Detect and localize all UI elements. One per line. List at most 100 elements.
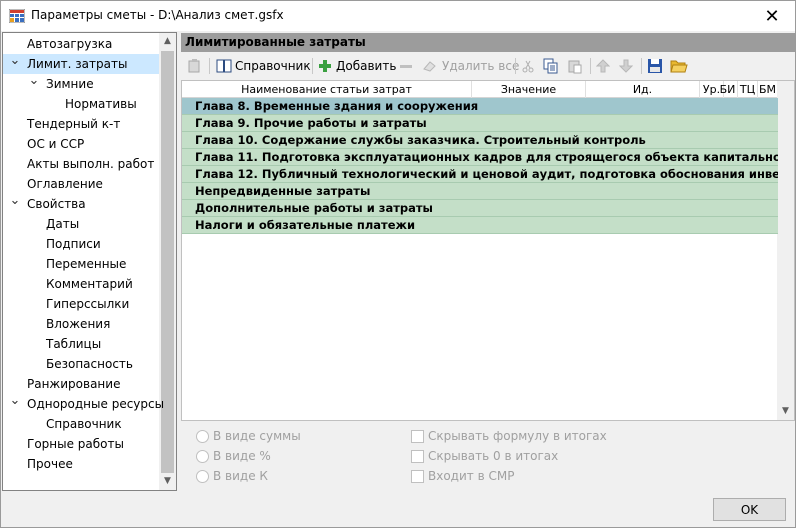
column-header-bm[interactable]: БМ	[758, 81, 778, 98]
scroll-up-icon[interactable]: ▲	[159, 33, 176, 50]
tree-item-label: ОС и ССР	[27, 137, 85, 151]
column-header-id[interactable]: Ид.	[586, 81, 700, 98]
radio-percent[interactable]: В виде %	[196, 447, 271, 465]
scroll-down-icon[interactable]: ▼	[777, 403, 794, 420]
table-row[interactable]: Глава 8. Временные здания и сооружения	[182, 98, 778, 115]
table-scrollbar[interactable]: ▼	[777, 81, 794, 420]
check-hide-formula-label: Скрывать формулу в итогах	[428, 429, 607, 443]
tree-item[interactable]: Комментарий	[3, 274, 159, 294]
eraser-icon	[423, 61, 436, 72]
tree-item[interactable]: Переменные	[3, 254, 159, 274]
reference-button[interactable]: Справочник	[216, 54, 311, 78]
table-row[interactable]: Налоги и обязательные платежи	[182, 217, 778, 234]
tree-item[interactable]: ⌄ Однородные ресурсы	[3, 394, 165, 414]
delete-all-button[interactable]: Удалить все	[422, 54, 519, 78]
checkbox[interactable]	[411, 449, 424, 463]
column-header-tc[interactable]: ТЦ	[738, 81, 758, 98]
app-icon	[8, 8, 26, 24]
tree-item-label: Прочее	[27, 457, 73, 471]
minus-icon[interactable]	[399, 54, 413, 78]
paste-row-icon[interactable]	[187, 54, 203, 78]
copy-icon[interactable]	[543, 54, 559, 78]
tree-item[interactable]: ⌄ Свойства	[3, 194, 159, 214]
tree-item-label: Гиперссылки	[46, 297, 130, 311]
toolbar: Справочник Добавить Удалить все	[181, 54, 795, 78]
tree-item-label: Таблицы	[46, 337, 102, 351]
tree-item[interactable]: Нормативы	[3, 94, 159, 114]
add-label: Добавить	[336, 59, 397, 73]
reference-label: Справочник	[235, 59, 311, 73]
tree-item[interactable]: Справочник	[3, 414, 159, 434]
toolbar-separator	[209, 58, 210, 74]
toolbar-separator	[312, 58, 313, 74]
check-hide-zero[interactable]: Скрывать 0 в итогах	[411, 447, 558, 465]
tree-item[interactable]: Ранжирование	[3, 374, 159, 394]
table-row[interactable]: Непредвиденные затраты	[182, 183, 778, 200]
tree-item[interactable]: Тендерный к-т	[3, 114, 159, 134]
tree-item-label: Подписи	[46, 237, 101, 251]
tree-item[interactable]: Вложения	[3, 314, 159, 334]
radio-circle[interactable]	[196, 469, 209, 483]
tree-item[interactable]: Даты	[3, 214, 159, 234]
table-row[interactable]: Глава 9. Прочие работы и затраты	[182, 115, 778, 132]
tree-scrollbar[interactable]: ▲ ▼	[159, 33, 176, 490]
close-icon[interactable]: ✕	[749, 1, 795, 31]
table-row[interactable]: Дополнительные работы и затраты	[182, 200, 778, 217]
radio-k[interactable]: В виде К	[196, 467, 268, 485]
move-up-icon[interactable]	[596, 54, 610, 78]
column-header-name[interactable]: Наименование статьи затрат	[182, 81, 472, 98]
table-row[interactable]: Глава 10. Содержание службы заказчика. С…	[182, 132, 778, 149]
toolbar-separator	[515, 58, 516, 74]
radio-sum-label: В виде суммы	[213, 429, 301, 443]
column-header-value[interactable]: Значение	[472, 81, 586, 98]
check-hide-formula[interactable]: Скрывать формулу в итогах	[411, 427, 607, 445]
tree-item[interactable]: Акты выполн. работ	[3, 154, 159, 174]
plus-icon	[319, 60, 331, 72]
radio-circle[interactable]	[196, 429, 209, 443]
tree-item-label: Зимние	[46, 77, 94, 91]
chevron-down-icon[interactable]: ⌄	[8, 54, 22, 74]
table-row[interactable]: Глава 11. Подготовка эксплуатационных ка…	[182, 149, 778, 166]
move-down-icon[interactable]	[619, 54, 633, 78]
table-row[interactable]: Глава 12. Публичный технологический и це…	[182, 166, 778, 183]
add-button[interactable]: Добавить	[318, 54, 396, 78]
radio-sum[interactable]: В виде суммы	[196, 427, 301, 445]
tree-item[interactable]: Автозагрузка	[3, 34, 159, 54]
tree-item[interactable]: Таблицы	[3, 334, 159, 354]
radio-circle[interactable]	[196, 449, 209, 463]
tree-item[interactable]: ОС и ССР	[3, 134, 159, 154]
tree-item[interactable]: Прочее	[3, 454, 159, 474]
save-icon[interactable]	[647, 54, 663, 78]
cut-icon[interactable]	[521, 54, 535, 78]
tree-item-label: Комментарий	[46, 277, 133, 291]
tree-item[interactable]: ⌄ Лимит. затраты	[3, 54, 159, 74]
tree-item[interactable]: Безопасность	[3, 354, 159, 374]
tree-item-label: Автозагрузка	[27, 37, 113, 51]
table-header: Наименование статьи затрат Значение Ид. …	[182, 81, 778, 98]
tree-item[interactable]: Горные работы	[3, 434, 159, 454]
limited-costs-table[interactable]: Наименование статьи затрат Значение Ид. …	[181, 80, 795, 421]
tree-item-label: Свойства	[27, 197, 86, 211]
check-in-smr[interactable]: Входит в СМР	[411, 467, 514, 485]
settings-tree[interactable]: ▲ ▼ Автозагрузка ⌄ Лимит. затраты ⌄ Зимние Но…	[2, 32, 177, 491]
tree-item[interactable]: Оглавление	[3, 174, 159, 194]
tree-item[interactable]: Подписи	[3, 234, 159, 254]
chevron-down-icon[interactable]: ⌄	[8, 394, 22, 414]
scroll-down-icon[interactable]: ▼	[159, 473, 176, 490]
checkbox[interactable]	[411, 429, 424, 443]
title-bar: Параметры сметы - D:\Анализ смет.gsfx ✕	[1, 1, 795, 31]
paste-icon[interactable]	[567, 54, 583, 78]
radio-k-label: В виде К	[213, 469, 268, 483]
ok-button[interactable]: OK	[713, 498, 786, 521]
column-header-bi[interactable]: БИ	[718, 81, 738, 98]
tree-item[interactable]: Гиперссылки	[3, 294, 159, 314]
panel-title: Лимитированные затраты	[181, 33, 795, 52]
tree-item-label: Ранжирование	[27, 377, 121, 391]
tree-item[interactable]: ⌄ Зимние	[3, 74, 159, 94]
open-folder-icon[interactable]	[670, 54, 688, 78]
tree-item-label: Акты выполн. работ	[27, 157, 155, 171]
chevron-down-icon[interactable]: ⌄	[27, 74, 41, 94]
chevron-down-icon[interactable]: ⌄	[8, 194, 22, 214]
delete-all-label: Удалить все	[442, 59, 520, 73]
checkbox[interactable]	[411, 469, 424, 483]
